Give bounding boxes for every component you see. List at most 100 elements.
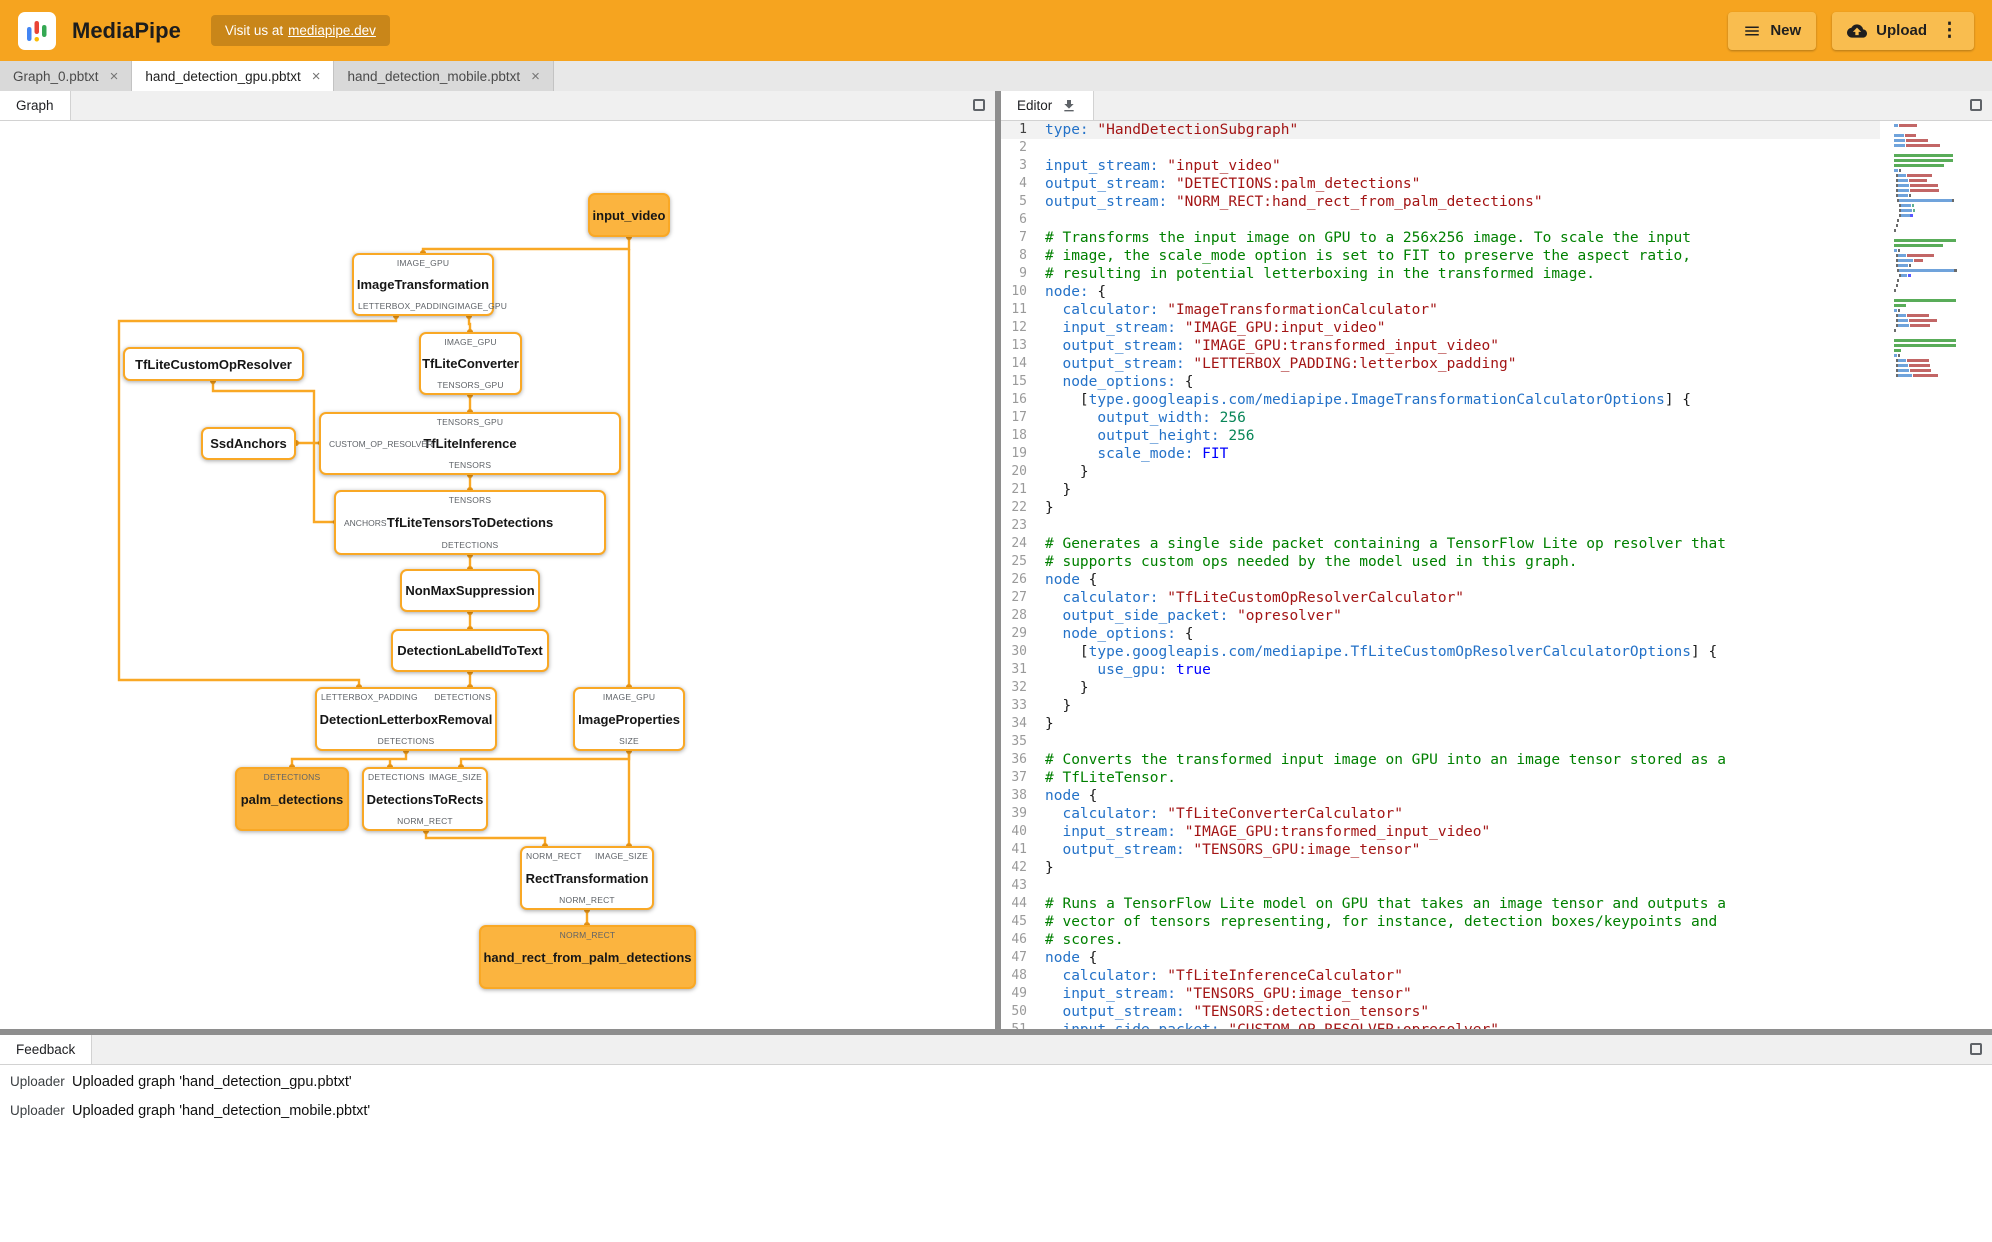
graph-node-tflite-inference[interactable]: TENSORS_GPU CUSTOM_OP_RESOLVER TfLiteInf…: [319, 412, 621, 475]
node-label: DetectionLabelIdToText: [397, 643, 543, 658]
code-line[interactable]: 33 }: [1001, 697, 1880, 715]
code-line[interactable]: 38 node {: [1001, 787, 1880, 805]
code-line[interactable]: 23: [1001, 517, 1880, 535]
new-button[interactable]: New: [1728, 11, 1817, 50]
code-line[interactable]: 8 # image, the scale_mode option is set t…: [1001, 247, 1880, 265]
code-line[interactable]: 4 output_stream: "DETECTIONS:palm_detecti…: [1001, 175, 1880, 193]
code-line[interactable]: 13 output_stream: "IMAGE_GPU:transformed…: [1001, 337, 1880, 355]
close-tab-icon[interactable]: ×: [312, 69, 321, 84]
graph-node-detections-to-rects[interactable]: DETECTIONS IMAGE_SIZE DetectionsToRects …: [362, 767, 488, 831]
code-line[interactable]: 27 calculator: "TfLiteCustomOpResolverCa…: [1001, 589, 1880, 607]
code-line[interactable]: 17 output_width: 256: [1001, 409, 1880, 427]
graph-node-tflite-tensors-to-detections[interactable]: TENSORS ANCHORS TfLiteTensorsToDetection…: [334, 490, 606, 555]
expand-icon[interactable]: [1970, 99, 1982, 111]
minimap[interactable]: [1894, 124, 1970, 379]
code-line[interactable]: 3 input_stream: "input_video": [1001, 157, 1880, 175]
code-line[interactable]: 39 calculator: "TfLiteConverterCalculato…: [1001, 805, 1880, 823]
file-tab-graph-0[interactable]: Graph_0.pbtxt ×: [0, 61, 133, 91]
code-line[interactable]: 24 # Generates a single side packet conta…: [1001, 535, 1880, 553]
upload-button[interactable]: Upload ⋮: [1832, 11, 1974, 50]
code-line[interactable]: 10 node: {: [1001, 283, 1880, 301]
graph-node-tflite-custom-op-resolver[interactable]: TfLiteCustomOpResolver: [123, 347, 304, 381]
code-line[interactable]: 11 calculator: "ImageTransformationCalcu…: [1001, 301, 1880, 319]
code-line[interactable]: 35: [1001, 733, 1880, 751]
graph-node-ssd-anchors[interactable]: SsdAnchors: [201, 427, 296, 460]
graph-tab[interactable]: Graph: [0, 91, 71, 120]
editor-panel: Editor 1 type: "HandDetectionSubgraph" 2 3 i…: [1001, 91, 1992, 1029]
code-line[interactable]: 40 input_stream: "IMAGE_GPU:transformed_…: [1001, 823, 1880, 841]
code-line[interactable]: 32 }: [1001, 679, 1880, 697]
node-label: TfLiteCustomOpResolver: [135, 356, 292, 372]
node-label: TfLiteConverter: [422, 356, 519, 371]
port-label: DETECTIONS: [377, 736, 435, 746]
code-line[interactable]: 37 # TfLiteTensor.: [1001, 769, 1880, 787]
code-line[interactable]: 47 node {: [1001, 949, 1880, 967]
code-line[interactable]: 36 # Converts the transformed input image…: [1001, 751, 1880, 769]
graph-canvas[interactable]: input_video IMAGE_GPU ImageTransformatio…: [0, 121, 995, 1029]
code-line[interactable]: 15 node_options: {: [1001, 373, 1880, 391]
code-line[interactable]: 12 input_stream: "IMAGE_GPU:input_video": [1001, 319, 1880, 337]
editor-tab[interactable]: Editor: [1001, 91, 1095, 120]
graph-node-rect-transformation[interactable]: NORM_RECT IMAGE_SIZE RectTransformation …: [520, 846, 654, 910]
expand-icon[interactable]: [973, 99, 985, 111]
code-line[interactable]: 7 # Transforms the input image on GPU to …: [1001, 229, 1880, 247]
code-line[interactable]: 28 output_side_packet: "opresolver": [1001, 607, 1880, 625]
code-line[interactable]: 46 # scores.: [1001, 931, 1880, 949]
graph-node-detection-label-id-to-text[interactable]: DetectionLabelIdToText: [391, 629, 549, 672]
code-line[interactable]: 31 use_gpu: true: [1001, 661, 1880, 679]
node-label: TfLiteTensorsToDetections: [386, 515, 554, 530]
graph-node-tflite-converter[interactable]: IMAGE_GPU TfLiteConverter TENSORS_GPU: [419, 332, 522, 395]
feedback-source: Uploader: [10, 1103, 65, 1118]
close-tab-icon[interactable]: ×: [110, 69, 119, 84]
upload-kebab-menu-icon[interactable]: ⋮: [1940, 19, 1959, 42]
port-label: DETECTIONS: [263, 772, 321, 782]
graph-node-non-max-suppression[interactable]: NonMaxSuppression: [400, 569, 540, 612]
file-tab-hand-detection-gpu[interactable]: hand_detection_gpu.pbtxt ×: [132, 61, 335, 91]
feedback-tab[interactable]: Feedback: [0, 1035, 93, 1064]
code-line[interactable]: 48 calculator: "TfLiteInferenceCalculato…: [1001, 967, 1880, 985]
code-line[interactable]: 26 node {: [1001, 571, 1880, 589]
graph-node-input-video[interactable]: input_video: [588, 193, 670, 237]
port-label: IMAGE_SIZE: [594, 851, 648, 861]
graph-node-detection-letterbox-removal[interactable]: LETTERBOX_PADDING DETECTIONS DetectionLe…: [315, 687, 497, 751]
graph-node-palm-detections[interactable]: DETECTIONS palm_detections: [235, 767, 349, 831]
code-line[interactable]: 34}: [1001, 715, 1880, 733]
code-line[interactable]: 16 [type.googleapis.com/mediapipe.ImageT…: [1001, 391, 1880, 409]
code-line[interactable]: 49 input_stream: "TENSORS_GPU:image_tens…: [1001, 985, 1880, 1003]
feedback-row: Uploader Uploaded graph 'hand_detection_…: [10, 1074, 1992, 1103]
download-icon[interactable]: [1061, 98, 1077, 114]
code-line[interactable]: 50 output_stream: "TENSORS:detection_ten…: [1001, 1003, 1880, 1021]
code-line[interactable]: 5 output_stream: "NORM_RECT:hand_rect_fro…: [1001, 193, 1880, 211]
visit-link[interactable]: mediapipe.dev: [288, 23, 376, 38]
node-label: palm_detections: [240, 791, 344, 807]
code-line[interactable]: 20 }: [1001, 463, 1880, 481]
code-line[interactable]: 22}: [1001, 499, 1880, 517]
code-line[interactable]: 9 # resulting in potential letterboxing i…: [1001, 265, 1880, 283]
code-line[interactable]: 18 output_height: 256: [1001, 427, 1880, 445]
code-line[interactable]: 45 # vector of tensors representing, for …: [1001, 913, 1880, 931]
code-line[interactable]: 6: [1001, 211, 1880, 229]
code-line[interactable]: 44 # Runs a TensorFlow Lite model on GPU …: [1001, 895, 1880, 913]
code-line[interactable]: 14 output_stream: "LETTERBOX_PADDING:let…: [1001, 355, 1880, 373]
code-lines[interactable]: 1 type: "HandDetectionSubgraph" 2 3 input_st…: [1001, 121, 1880, 1029]
code-line[interactable]: 43: [1001, 877, 1880, 895]
code-line[interactable]: 19 scale_mode: FIT: [1001, 445, 1880, 463]
expand-icon[interactable]: [1970, 1043, 1982, 1055]
graph-node-hand-rect-from-palm-detections[interactable]: NORM_RECT hand_rect_from_palm_detections: [479, 925, 696, 989]
graph-node-image-properties[interactable]: IMAGE_GPU ImageProperties SIZE: [573, 687, 685, 751]
code-line[interactable]: 21 }: [1001, 481, 1880, 499]
graph-node-image-transformation[interactable]: IMAGE_GPU ImageTransformation LETTERBOX_…: [352, 253, 507, 316]
node-label: ImageProperties: [578, 711, 680, 727]
code-line[interactable]: 42}: [1001, 859, 1880, 877]
code-line[interactable]: 30 [type.googleapis.com/mediapipe.TfLite…: [1001, 643, 1880, 661]
code-line[interactable]: 51 input_side_packet: "CUSTOM_OP_RESOLVE…: [1001, 1021, 1880, 1029]
code-line[interactable]: 1 type: "HandDetectionSubgraph": [1001, 121, 1880, 139]
mediapipe-logo: [18, 11, 56, 50]
code-line[interactable]: 25 # supports custom ops needed by the mo…: [1001, 553, 1880, 571]
code-line[interactable]: 2: [1001, 139, 1880, 157]
close-tab-icon[interactable]: ×: [531, 69, 540, 84]
file-tab-hand-detection-mobile[interactable]: hand_detection_mobile.pbtxt ×: [334, 61, 554, 91]
code-line[interactable]: 41 output_stream: "TENSORS_GPU:image_ten…: [1001, 841, 1880, 859]
app-title: MediaPipe: [72, 17, 181, 43]
code-line[interactable]: 29 node_options: {: [1001, 625, 1880, 643]
